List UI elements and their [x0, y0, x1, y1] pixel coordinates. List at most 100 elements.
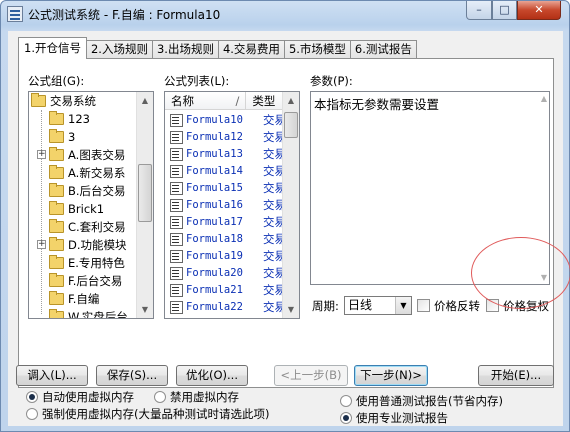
tree-node-label: 交易系统 — [50, 94, 96, 108]
column-header-name-label: 名称 — [171, 94, 194, 108]
optimize-button[interactable]: 优化(O)... — [176, 365, 248, 386]
force-virtual-memory-label: 强制使用虚拟内存(大量品种测试时请选此项) — [42, 407, 270, 421]
folder-icon — [49, 147, 64, 161]
tree-node-label: F.自编 — [68, 292, 100, 306]
period-label: 周期: — [312, 299, 339, 313]
sort-indicator-icon: / — [235, 94, 240, 108]
column-header-name[interactable]: 名称 / — [165, 92, 247, 110]
app-icon — [7, 6, 23, 22]
list-vertical-scrollbar[interactable]: ▲ ▼ — [282, 92, 299, 318]
tree-node-label: A.图表交易 — [68, 148, 126, 162]
folder-icon — [49, 219, 64, 233]
folder-icon — [49, 183, 64, 197]
tab-strip: 1.开仓信号 2.入场规则 3.出场规则 4.交易费用 5.市场模型 6.测试报… — [18, 37, 417, 59]
formula-icon — [170, 216, 183, 229]
tree-node-label: F.后台交易 — [68, 274, 123, 288]
params-text: 本指标无参数需要设置 — [314, 97, 440, 112]
tree-node-label: B.后台交易 — [68, 184, 126, 198]
price-reverse-checkbox[interactable] — [417, 299, 430, 312]
tab-test-report[interactable]: 6.测试报告 — [349, 40, 417, 59]
normal-report-radio[interactable] — [340, 395, 352, 407]
params-label: 参数(P): — [310, 74, 353, 88]
dialog-client: 1.开仓信号 2.入场规则 3.出场规则 4.交易费用 5.市场模型 6.测试报… — [8, 31, 570, 426]
scroll-thumb[interactable] — [138, 164, 152, 222]
formula-icon — [170, 114, 183, 127]
tree-node-label: A.新交易系 — [68, 166, 126, 180]
expand-plus-icon[interactable]: + — [37, 240, 46, 249]
start-button[interactable]: 开始(E)... — [478, 365, 554, 386]
tree-node-label: Brick1 — [68, 202, 105, 216]
next-step-button[interactable]: 下一步(N)> — [354, 365, 428, 386]
formula-list-label: 公式列表(L): — [164, 74, 230, 88]
expand-plus-icon[interactable]: + — [37, 150, 46, 159]
tree-node-label: C.套利交易 — [68, 220, 126, 234]
maximize-button[interactable]: □ — [492, 1, 517, 20]
normal-report-label: 使用普通测试报告(节省内存) — [356, 394, 503, 408]
folder-icon — [49, 273, 64, 287]
minimize-button[interactable]: – — [466, 1, 492, 20]
formula-icon — [170, 301, 183, 314]
formula-icon — [170, 267, 183, 280]
tree-guide — [41, 110, 42, 314]
formula-icon — [170, 182, 183, 195]
tab-exit-rules[interactable]: 3.出场规则 — [151, 40, 219, 59]
formula-list[interactable]: 名称 / 类型 Formula10 交易 Formula12 交易 Formula1… — [164, 91, 300, 319]
auto-virtual-memory-label: 自动使用虚拟内存 — [42, 390, 134, 404]
tab-panel: 公式组(G): 交易系统 123 3 + A.图表交易 A.新交易系 B.后台交… — [18, 58, 554, 388]
folder-icon — [49, 111, 64, 125]
folder-icon — [49, 237, 64, 251]
list-header: 名称 / 类型 — [165, 92, 283, 110]
period-value: 日线 — [348, 298, 373, 312]
params-textarea[interactable]: 本指标无参数需要设置 ▲ ▼ — [310, 91, 550, 285]
tree-node-label: E.专用特色 — [68, 256, 125, 270]
scroll-down-arrow-icon[interactable]: ▼ — [137, 301, 153, 318]
period-select[interactable]: 日线 ▼ — [344, 296, 412, 315]
price-restore-label: 价格复权 — [503, 299, 549, 313]
auto-virtual-memory-radio[interactable] — [26, 391, 38, 403]
close-button[interactable]: ✕ — [517, 1, 561, 20]
pro-report-radio[interactable] — [340, 412, 352, 424]
scroll-down-arrow-icon[interactable]: ▼ — [283, 301, 299, 318]
prev-step-button[interactable]: <上一步(B) — [274, 365, 348, 386]
formula-group-tree[interactable]: 交易系统 123 3 + A.图表交易 A.新交易系 B.后台交易 Brick1… — [28, 91, 154, 319]
pro-report-label: 使用专业测试报告 — [356, 411, 448, 425]
scroll-up-arrow-icon[interactable]: ▲ — [283, 92, 299, 109]
tab-entry-rules[interactable]: 2.入场规则 — [85, 40, 153, 59]
dropdown-arrow-icon[interactable]: ▼ — [395, 297, 411, 314]
disable-virtual-memory-radio[interactable] — [154, 391, 166, 403]
folder-icon — [49, 165, 64, 179]
window-title: 公式测试系统 - F.自编 : Formula10 — [28, 8, 221, 22]
save-button[interactable]: 保存(S)... — [96, 365, 168, 386]
tab-market-model[interactable]: 5.市场模型 — [283, 40, 351, 59]
price-restore-checkbox[interactable] — [486, 299, 499, 312]
app-window: 公式测试系统 - F.自编 : Formula10 – □ ✕ 1.开仓信号 2… — [0, 0, 570, 432]
scroll-thumb[interactable] — [284, 112, 298, 138]
tab-trading-fees[interactable]: 4.交易费用 — [217, 40, 285, 59]
scroll-up-arrow-icon[interactable]: ▲ — [137, 92, 153, 109]
disable-virtual-memory-label: 禁用虚拟内存 — [170, 390, 239, 404]
tree-node-label: D.功能模块 — [68, 238, 127, 252]
column-header-type[interactable]: 类型 — [246, 92, 283, 110]
title-bar: 公式测试系统 - F.自编 : Formula10 – □ ✕ — [1, 1, 569, 27]
folder-icon — [49, 291, 64, 305]
formula-icon — [170, 199, 183, 212]
formula-icon — [170, 233, 183, 246]
formula-icon — [170, 250, 183, 263]
formula-icon — [170, 165, 183, 178]
force-virtual-memory-radio[interactable] — [26, 408, 38, 420]
formula-icon — [170, 131, 183, 144]
formula-icon — [170, 148, 183, 161]
scroll-down-arrow-icon: ▼ — [540, 273, 547, 282]
price-reverse-label: 价格反转 — [434, 299, 480, 313]
formula-icon — [170, 284, 183, 297]
formula-group-label: 公式组(G): — [28, 74, 85, 88]
folder-icon — [49, 255, 64, 269]
folder-icon — [49, 129, 64, 143]
folder-icon — [49, 201, 64, 215]
load-button[interactable]: 调入(L)... — [16, 365, 88, 386]
tree-vertical-scrollbar[interactable]: ▲ ▼ — [136, 92, 153, 318]
tab-open-signal[interactable]: 1.开仓信号 — [18, 37, 87, 59]
folder-icon — [31, 93, 46, 107]
folder-icon — [49, 309, 64, 318]
tree-node-label: W.实盘后台 — [68, 310, 128, 319]
